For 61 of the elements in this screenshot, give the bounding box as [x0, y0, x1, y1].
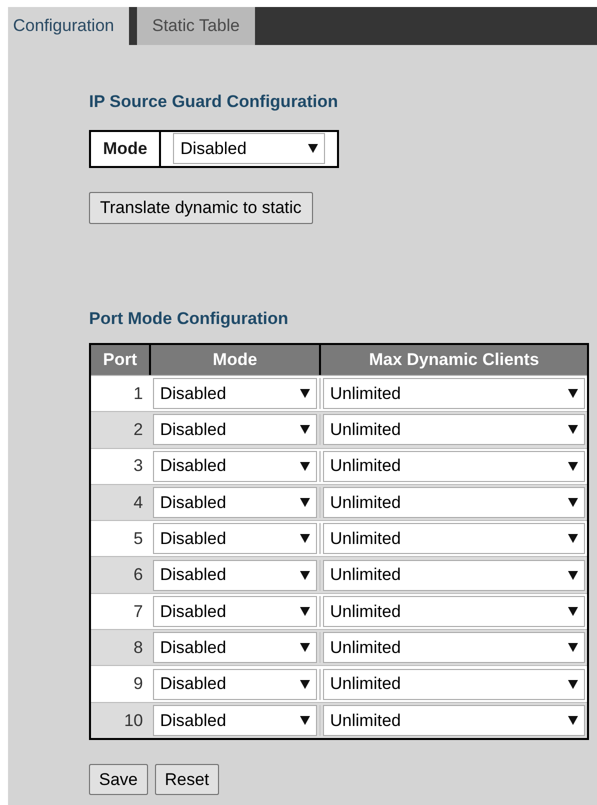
clients-select[interactable]: Unlimited [323, 414, 585, 446]
clients-select[interactable]: Unlimited [323, 632, 585, 664]
port-cell-text: 4 [132, 492, 144, 514]
clients-select[interactable]: Unlimited [323, 560, 585, 591]
caret-icon [300, 498, 310, 508]
caret-icon [300, 680, 310, 689]
section-title: Port Mode Configuration [89, 308, 290, 330]
clients-select[interactable]: Unlimited [323, 450, 585, 482]
clients-select[interactable]: Unlimited [323, 668, 585, 700]
caret-icon [300, 425, 310, 434]
mode-select[interactable]: Disabled [153, 632, 317, 664]
caret-icon [568, 716, 578, 725]
caret-icon [300, 716, 310, 725]
mode-select[interactable]: Disabled [153, 523, 317, 554]
caret-icon [568, 389, 578, 398]
caret-icon [300, 570, 310, 580]
port-cell-text: 1 [132, 382, 144, 405]
port-cell-text: 8 [132, 636, 144, 659]
mode-select[interactable]: Disabled [153, 596, 317, 627]
caret-icon [568, 462, 578, 471]
caret-icon [568, 534, 578, 544]
caret-icon [568, 425, 578, 434]
mode-select[interactable]: Disabled [153, 487, 317, 518]
mode-select[interactable]: Disabled [153, 414, 317, 446]
tab[interactable]: Configuration [8, 7, 130, 45]
mode-label: Mode [91, 132, 162, 166]
mode-select[interactable]: Disabled [153, 704, 317, 736]
action-button[interactable]: Reset [154, 764, 220, 795]
caret-icon [568, 570, 578, 580]
clients-select[interactable]: Unlimited [323, 523, 585, 554]
column-header: Max Dynamic Clients [368, 349, 540, 372]
clients-select[interactable]: Unlimited [323, 487, 585, 518]
port-cell-text: 2 [132, 419, 144, 442]
port-cell-text: 5 [132, 528, 144, 550]
clients-select[interactable]: Unlimited [323, 378, 585, 410]
mode-select[interactable]: Disabled [153, 560, 317, 591]
mode-select[interactable]: Disabled [153, 450, 317, 482]
caret-icon [300, 534, 310, 544]
clients-select[interactable]: Unlimited [323, 704, 585, 736]
port-cell-text: 10 [123, 710, 144, 732]
caret-icon [568, 498, 578, 508]
caret-icon [300, 462, 310, 471]
action-button[interactable]: Save [89, 764, 148, 795]
mode-select[interactable]: Disabled [153, 378, 317, 410]
caret-icon [568, 643, 578, 652]
mode-select[interactable]: Disabled [153, 668, 317, 700]
caret-icon [300, 643, 310, 652]
mode-select[interactable]: Disabled [173, 133, 326, 164]
port-cell-text: 9 [132, 673, 144, 696]
section-title: IP Source Guard Configuration [89, 91, 340, 113]
tab[interactable]: Static Table [137, 7, 255, 45]
caret-icon [568, 680, 578, 689]
port-cell-text: 3 [132, 455, 144, 478]
caret-icon [308, 144, 318, 153]
caret-icon [300, 606, 310, 616]
translate-button[interactable]: Translate dynamic to static [89, 192, 313, 224]
caret-icon [568, 606, 578, 616]
port-cell-text: 7 [132, 600, 144, 623]
clients-select[interactable]: Unlimited [323, 596, 585, 627]
caret-icon [300, 389, 310, 398]
port-cell-text: 6 [132, 564, 144, 586]
